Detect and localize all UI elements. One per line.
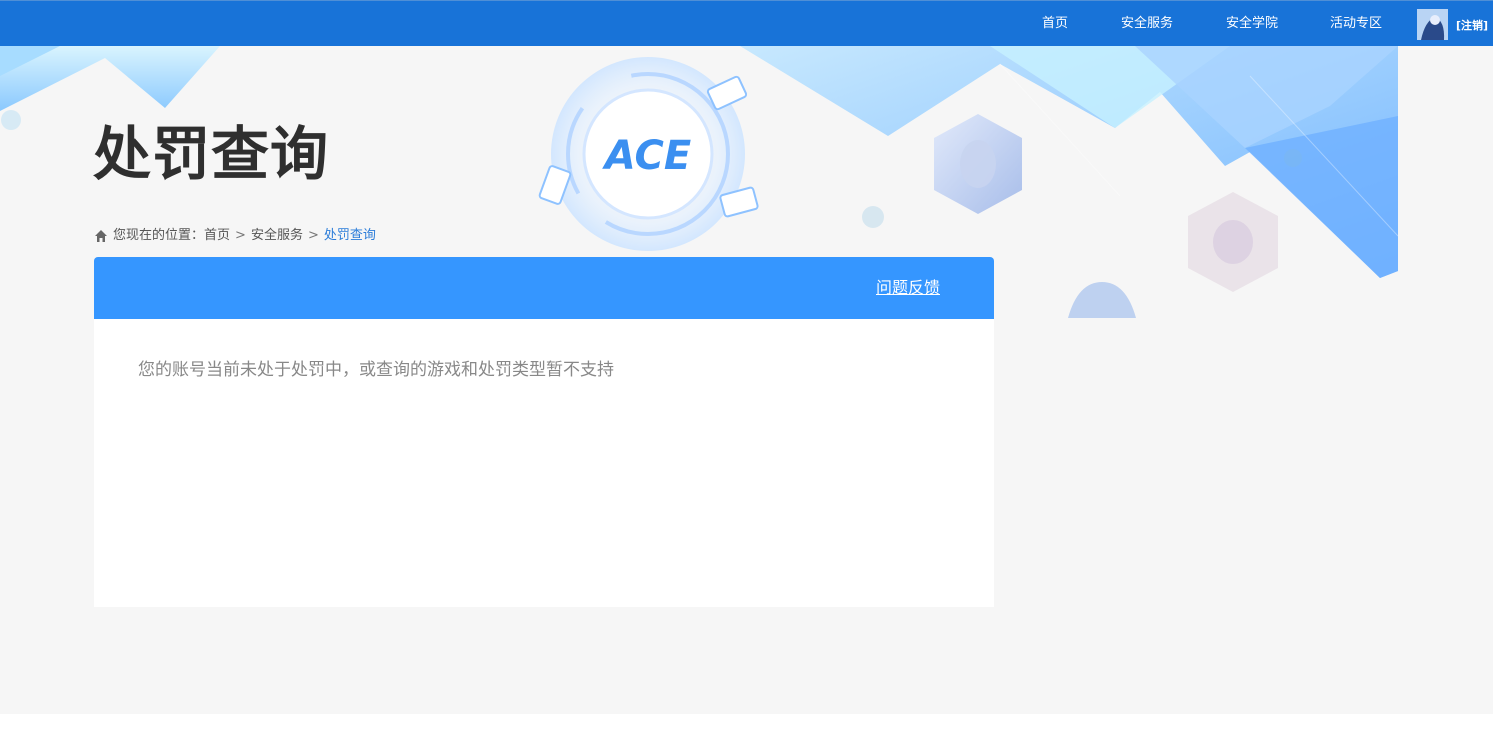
home-icon xyxy=(95,230,107,242)
breadcrumb-home-link[interactable]: 首页 xyxy=(204,228,230,244)
user-avatar[interactable] xyxy=(1417,9,1448,40)
breadcrumb-current: 处罚查询 xyxy=(323,228,376,243)
breadcrumb-prefix: 您现在的位置： xyxy=(113,228,205,243)
breadcrumb: 您现在的位置： 首页 > 安全服务 > 处罚查询 xyxy=(94,228,376,244)
nav-item-security-academy[interactable]: 安全学院 xyxy=(1226,16,1278,32)
top-nav-bar: 首页 安全服务 安全学院 活动专区 [注销] xyxy=(0,0,1493,46)
avatar-image xyxy=(1417,9,1448,40)
result-message: 您的账号当前未处于处罚中，或查询的游戏和处罚类型暂不支持 xyxy=(138,360,614,380)
breadcrumb-security-services-link[interactable]: 安全服务 xyxy=(251,228,303,244)
feedback-link[interactable]: 问题反馈 xyxy=(876,278,940,298)
logout-link[interactable]: [注销] xyxy=(1456,17,1488,33)
nav-item-events[interactable]: 活动专区 xyxy=(1330,16,1382,32)
page-title: 处罚查询 xyxy=(93,120,330,188)
page: ACE 首页 安全服务 安全学院 活动专区 [注销] 处罚查询 您现在的位置： … xyxy=(0,0,1493,734)
breadcrumb-separator: > xyxy=(307,228,319,243)
breadcrumb-separator: > xyxy=(235,228,246,243)
nav-item-security-services[interactable]: 安全服务 xyxy=(1121,16,1173,32)
result-card-header: 问题反馈 xyxy=(94,257,994,319)
result-card-body: 您的账号当前未处于处罚中，或查询的游戏和处罚类型暂不支持 xyxy=(94,319,994,607)
nav-item-home[interactable]: 首页 xyxy=(1042,16,1068,32)
